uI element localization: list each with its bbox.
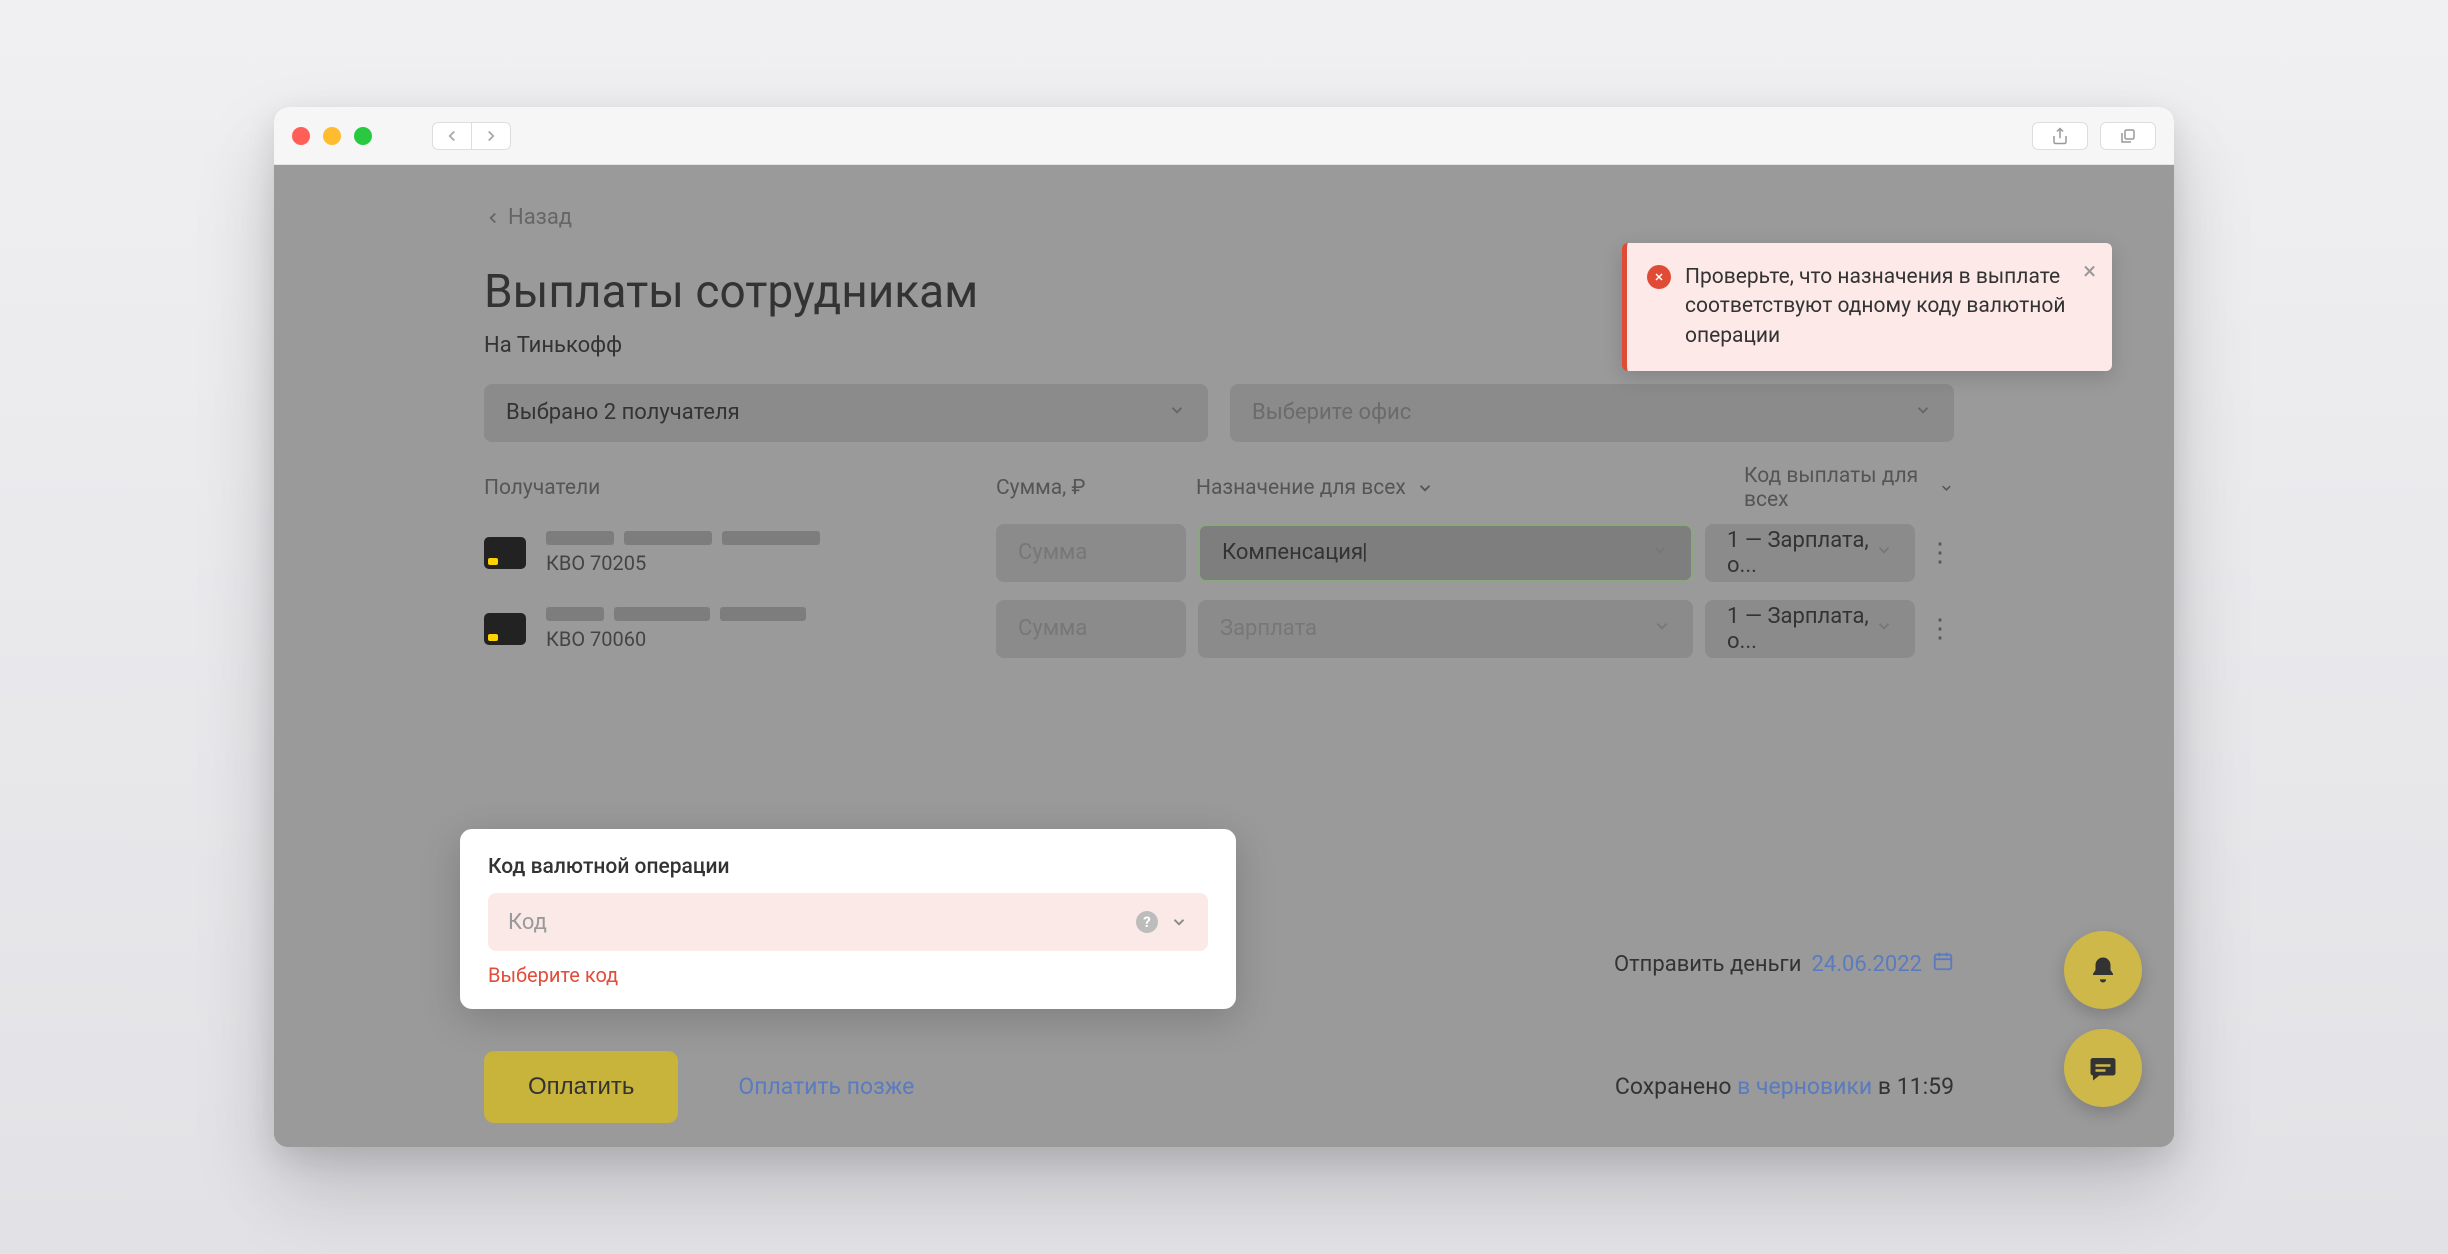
nav-forward-button[interactable] — [471, 122, 511, 150]
window-controls — [292, 127, 372, 145]
notifications-fab[interactable] — [2064, 931, 2142, 1009]
purpose-value: Компенсация — [1222, 540, 1367, 565]
code-value: 1 — Зарплата, о... — [1727, 528, 1875, 578]
col-sum-label: Сумма, ₽ — [996, 476, 1196, 500]
browser-titlebar — [274, 107, 2174, 165]
kvo-label: КВО 70060 — [546, 627, 806, 651]
send-money-label: Отправить деньги — [1614, 952, 1802, 977]
chevron-down-icon — [1170, 913, 1188, 931]
help-icon[interactable]: ? — [1136, 911, 1158, 933]
recipients-dropdown-label: Выбрано 2 получателя — [506, 400, 740, 425]
saved-status: Сохранено в черновики в 11:59 — [1615, 1073, 1954, 1100]
pay-later-link[interactable]: Оплатить позже — [738, 1073, 914, 1100]
sum-input[interactable]: Сумма — [996, 524, 1186, 582]
code-for-all-dropdown[interactable]: Код выплаты для всех — [1744, 464, 1954, 512]
error-icon — [1647, 265, 1671, 289]
code-value: 1 — Зарплата, о... — [1727, 604, 1875, 654]
browser-window: Проверьте, что назначения в выплате соот… — [274, 107, 2174, 1147]
chevron-down-icon — [1914, 400, 1932, 425]
row-more-button[interactable]: ⋮ — [1927, 614, 1953, 644]
toast-text: Проверьте, что назначения в выплате соот… — [1685, 263, 2088, 351]
row-more-button[interactable]: ⋮ — [1927, 538, 1953, 568]
col-purpose-label: Назначение для всех — [1196, 476, 1406, 500]
card-icon — [484, 613, 526, 645]
chevron-down-icon — [1416, 479, 1434, 497]
close-window-button[interactable] — [292, 127, 310, 145]
redacted-name — [720, 607, 806, 621]
maximize-window-button[interactable] — [354, 127, 372, 145]
chevron-down-icon — [1875, 616, 1893, 641]
redacted-name — [546, 531, 614, 545]
redacted-name — [614, 607, 710, 621]
drafts-link[interactable]: в черновики — [1737, 1073, 1872, 1100]
purpose-for-all-dropdown[interactable]: Назначение для всех — [1196, 476, 1691, 500]
redacted-name — [624, 531, 712, 545]
table-row: КВО 70205 Сумма Компенсация 1 — Зарплата… — [484, 524, 1994, 582]
sum-placeholder: Сумма — [1018, 616, 1087, 641]
purpose-dropdown[interactable]: Зарплата — [1198, 600, 1693, 658]
chevron-down-icon — [1168, 400, 1186, 425]
chevron-down-icon — [1875, 540, 1893, 565]
app-area: Проверьте, что назначения в выплате соот… — [274, 165, 2174, 1147]
currency-code-popup: Код валютной операции Код ? Выберите код — [460, 829, 1236, 1009]
kvo-label: КВО 70205 — [546, 551, 820, 575]
chevron-down-icon — [1939, 479, 1954, 497]
calendar-icon[interactable] — [1932, 950, 1954, 978]
redacted-name — [722, 531, 820, 545]
toast-close-button[interactable]: × — [2083, 259, 2096, 283]
chat-fab[interactable] — [2064, 1029, 2142, 1107]
popup-title: Код валютной операции — [488, 855, 1208, 879]
table-header: Получатели Сумма, ₽ Назначение для всех … — [484, 464, 1954, 512]
field-error-text: Выберите код — [488, 963, 1208, 987]
payment-code-dropdown[interactable]: 1 — Зарплата, о... — [1705, 524, 1915, 582]
code-placeholder: Код — [508, 910, 547, 935]
sum-input[interactable]: Сумма — [996, 600, 1186, 658]
back-link-label: Назад — [508, 205, 572, 230]
nav-arrows — [432, 122, 511, 150]
tabs-button[interactable] — [2100, 122, 2156, 150]
card-icon — [484, 537, 526, 569]
recipients-dropdown[interactable]: Выбрано 2 получателя — [484, 384, 1208, 442]
redacted-name — [546, 607, 604, 621]
send-date-link[interactable]: 24.06.2022 — [1811, 952, 1922, 977]
payment-code-dropdown[interactable]: 1 — Зарплата, о... — [1705, 600, 1915, 658]
sum-placeholder: Сумма — [1018, 540, 1087, 565]
col-code-label: Код выплаты для всех — [1744, 464, 1929, 512]
share-button[interactable] — [2032, 122, 2088, 150]
purpose-dropdown[interactable]: Компенсация — [1198, 524, 1693, 582]
nav-back-button[interactable] — [432, 122, 472, 150]
purpose-value: Зарплата — [1220, 616, 1317, 641]
table-row: КВО 70060 Сумма Зарплата 1 — Зарплата, о… — [484, 600, 1994, 658]
col-recipients-label: Получатели — [484, 476, 996, 500]
back-link[interactable]: Назад — [484, 205, 572, 230]
chevron-down-icon — [1653, 616, 1671, 641]
minimize-window-button[interactable] — [323, 127, 341, 145]
pay-button[interactable]: Оплатить — [484, 1051, 678, 1123]
office-dropdown-placeholder: Выберите офис — [1252, 400, 1411, 425]
error-toast: Проверьте, что назначения в выплате соот… — [1622, 243, 2112, 371]
currency-code-dropdown[interactable]: Код ? — [488, 893, 1208, 951]
chevron-down-icon — [1651, 540, 1669, 565]
office-dropdown[interactable]: Выберите офис — [1230, 384, 1954, 442]
